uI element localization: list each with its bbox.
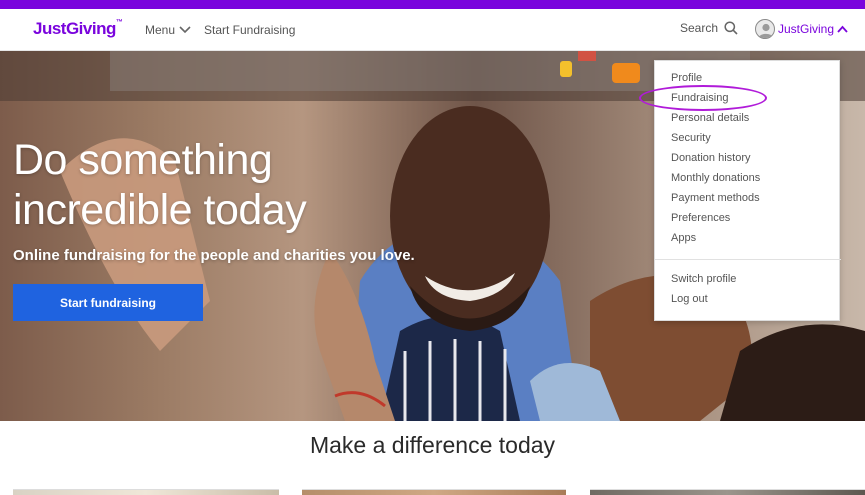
- chevron-down-icon: [179, 26, 191, 34]
- menu-item-preferences[interactable]: Preferences: [671, 212, 730, 224]
- justgiving-logo[interactable]: JustGiving™: [33, 19, 123, 39]
- logo-text: JustGiving: [33, 19, 116, 38]
- search-icon: [724, 21, 738, 35]
- menu-item-log-out[interactable]: Log out: [671, 293, 708, 305]
- feature-card-2[interactable]: [302, 489, 566, 495]
- menu-item-personal-details[interactable]: Personal details: [671, 112, 749, 124]
- account-label: JustGiving: [778, 22, 835, 36]
- search-label: Search: [680, 21, 719, 35]
- menu-item-monthly-donations[interactable]: Monthly donations: [671, 172, 760, 184]
- hero-headline-line-2: incredible today: [13, 186, 307, 234]
- menu-item-profile[interactable]: Profile: [671, 72, 702, 84]
- account-menu-toggle[interactable]: JustGiving: [755, 19, 848, 39]
- feature-card-1[interactable]: [13, 489, 279, 495]
- logo-trademark: ™: [115, 19, 123, 26]
- start-fundraising-link[interactable]: Start Fundraising: [204, 23, 295, 37]
- menu-label: Menu: [145, 23, 176, 37]
- menu-item-switch-profile[interactable]: Switch profile: [671, 273, 736, 285]
- brand-top-strip: [0, 0, 865, 9]
- start-fundraising-button[interactable]: Start fundraising: [13, 284, 203, 321]
- menu-item-security[interactable]: Security: [671, 132, 711, 144]
- hero-headline-line-1: Do something: [13, 136, 273, 184]
- menu-button[interactable]: Menu: [145, 23, 191, 37]
- site-header: JustGiving™ Menu Start Fundraising Searc…: [0, 9, 865, 51]
- chevron-up-icon: [837, 25, 848, 33]
- fundraising-highlight-annotation: [639, 85, 767, 111]
- search-button[interactable]: Search: [680, 21, 738, 35]
- feature-card-3[interactable]: [590, 489, 865, 495]
- menu-divider: [655, 259, 841, 260]
- hero-subtitle: Online fundraising for the people and ch…: [13, 247, 415, 264]
- menu-item-payment-methods[interactable]: Payment methods: [671, 192, 760, 204]
- avatar-icon: [755, 19, 775, 39]
- menu-item-apps[interactable]: Apps: [671, 232, 696, 244]
- menu-item-donation-history[interactable]: Donation history: [671, 152, 751, 164]
- section-heading: Make a difference today: [309, 432, 556, 458]
- hero-headline: Do something incredible today: [13, 135, 433, 235]
